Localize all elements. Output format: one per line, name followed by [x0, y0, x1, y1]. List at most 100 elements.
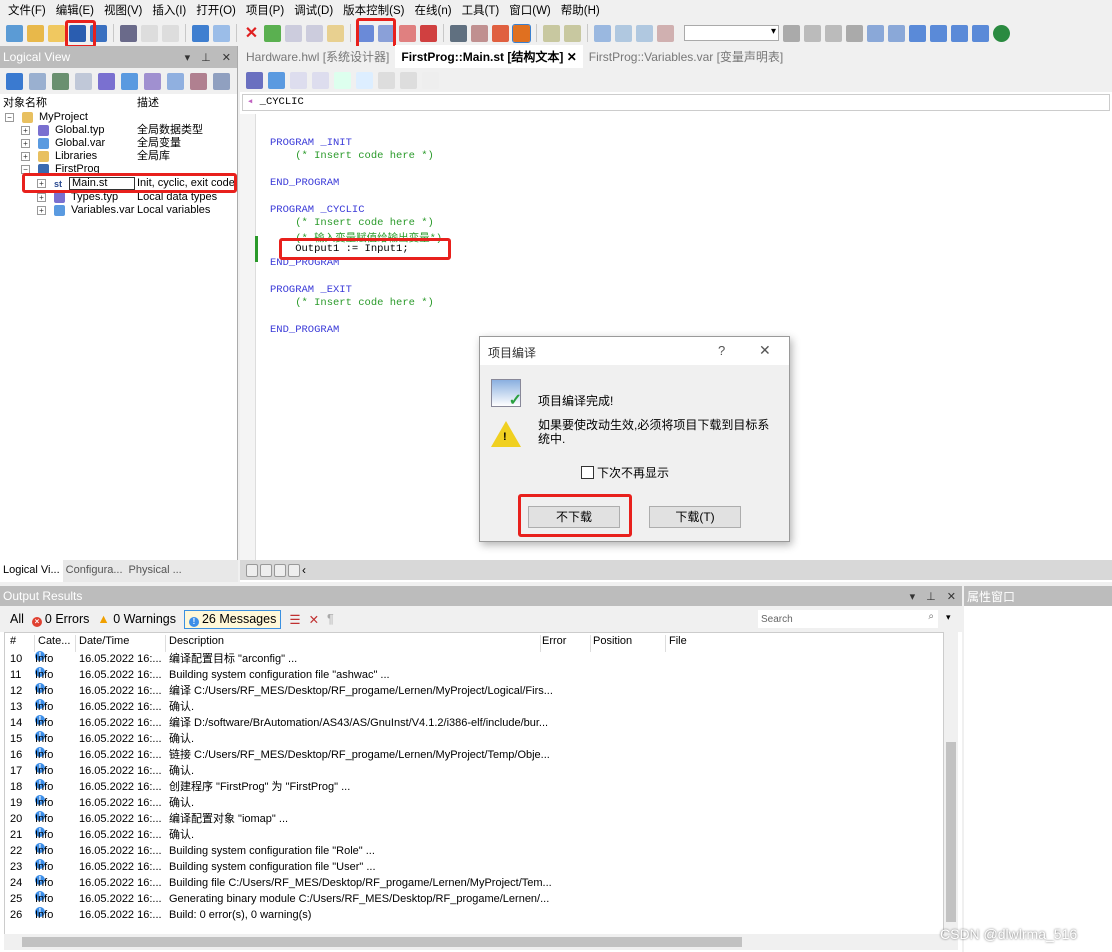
- arrow-up-icon[interactable]: [909, 24, 926, 42]
- table-row[interactable]: 24 ! Info 16.05.2022 16:... Building file…: [5, 875, 940, 891]
- form-icon[interactable]: [52, 72, 69, 90]
- settings2-icon[interactable]: [564, 24, 581, 42]
- settings-icon[interactable]: [543, 24, 560, 42]
- menu-project[interactable]: 项目(P): [246, 2, 284, 18]
- tab-main-st[interactable]: FirstProg::Main.st [结构文本] ✕: [395, 45, 583, 68]
- paste-icon[interactable]: [162, 24, 179, 42]
- indent-icon[interactable]: [378, 71, 395, 89]
- code-line[interactable]: PROGRAM _CYCLIC: [270, 204, 365, 216]
- menu-online[interactable]: 在线(n): [415, 2, 452, 18]
- table-row[interactable]: 11 ! Info 16.05.2022 16:... Building syst…: [5, 667, 940, 683]
- datatype2-icon[interactable]: [144, 72, 161, 90]
- table-row[interactable]: 14 ! Info 16.05.2022 16:... 编译 D:/softwar…: [5, 715, 940, 731]
- find-next-icon[interactable]: [804, 24, 821, 42]
- dont-show-checkbox[interactable]: [581, 466, 594, 479]
- table-row[interactable]: 20 ! Info 16.05.2022 16:... 编译配置对象 "iomap…: [5, 811, 940, 827]
- configuration-select[interactable]: [684, 25, 779, 41]
- comment-icon[interactable]: [636, 24, 653, 42]
- view-mode-icon[interactable]: [274, 563, 286, 577]
- dont-show-again[interactable]: 下次不再显示: [581, 464, 669, 481]
- filter-messages[interactable]: ! 26 Messages: [183, 609, 282, 629]
- close-button[interactable]: ✕: [759, 342, 771, 359]
- filter-all[interactable]: All: [10, 612, 24, 626]
- col-file[interactable]: File: [669, 635, 687, 647]
- tree-item-variables-var[interactable]: + Variables.var Local variables: [0, 204, 236, 217]
- tree-item-libraries[interactable]: + Libraries 全局库: [0, 150, 236, 163]
- uncomment-icon[interactable]: [657, 24, 674, 42]
- menu-debug[interactable]: 调试(D): [294, 2, 333, 18]
- table-row[interactable]: 22 ! Info 16.05.2022 16:... Building syst…: [5, 843, 940, 859]
- code-line[interactable]: END_PROGRAM: [270, 177, 339, 189]
- library-icon[interactable]: [190, 72, 207, 90]
- view-mode-icon[interactable]: [246, 563, 258, 577]
- sort-up-icon[interactable]: [888, 24, 905, 42]
- properties-icon[interactable]: [327, 24, 344, 42]
- tree-item-myproject[interactable]: − MyProject: [0, 111, 236, 124]
- section-selector[interactable]: ◂ _CYCLIC: [242, 94, 1110, 111]
- paragraph-icon[interactable]: ¶: [327, 612, 334, 626]
- code-line[interactable]: PROGRAM _EXIT: [270, 284, 352, 296]
- transfer-icon[interactable]: [420, 24, 437, 42]
- col-position[interactable]: Position: [593, 635, 632, 647]
- search-input[interactable]: Search ⌕: [758, 610, 938, 628]
- code-line[interactable]: PROGRAM _INIT: [270, 137, 352, 149]
- expand-icon[interactable]: +: [21, 139, 30, 148]
- table-row[interactable]: 10 ! Info 16.05.2022 16:... 编译配置目标 "arcon…: [5, 651, 940, 667]
- table-row[interactable]: 18 ! Info 16.05.2022 16:... 创建程序 "FirstPr…: [5, 779, 940, 795]
- panel-controls[interactable]: ▾ ⊥ ✕: [185, 51, 237, 64]
- redo-icon[interactable]: [213, 24, 230, 42]
- refresh-tree-icon[interactable]: [213, 72, 230, 90]
- tree-item-global-typ[interactable]: + Global.typ 全局数据类型: [0, 124, 236, 137]
- globe-icon[interactable]: [993, 24, 1010, 42]
- panel-controls[interactable]: ▾ ⊥ ✕: [910, 590, 962, 603]
- new-project-icon[interactable]: [6, 24, 23, 42]
- bookmark-icon[interactable]: [356, 71, 373, 89]
- table-row[interactable]: 12 ! Info 16.05.2022 16:... 编译 C:/Users/R…: [5, 683, 940, 699]
- close-tab-icon[interactable]: ✕: [567, 50, 577, 64]
- expand-icon[interactable]: +: [37, 193, 46, 202]
- ab-icon[interactable]: [290, 71, 307, 89]
- find-prev-icon[interactable]: [825, 24, 842, 42]
- expand-icon[interactable]: +: [37, 206, 46, 215]
- col-description[interactable]: Description: [169, 635, 224, 647]
- expand-icon[interactable]: +: [21, 152, 30, 161]
- copy-icon[interactable]: [141, 24, 158, 42]
- menu-tools[interactable]: 工具(T): [462, 2, 500, 18]
- search-dropdown-icon[interactable]: ▾: [946, 612, 951, 623]
- vscroll-thumb[interactable]: [946, 742, 956, 922]
- open-icon[interactable]: [27, 24, 44, 42]
- tab-variables-var[interactable]: FirstProg::Variables.var [变量声明表]: [583, 45, 790, 68]
- list-icon[interactable]: [334, 71, 351, 89]
- filter-warnings[interactable]: ▲ 0 Warnings: [97, 612, 176, 626]
- variable-icon[interactable]: [121, 72, 138, 90]
- fb-icon[interactable]: [246, 71, 263, 89]
- find-icon[interactable]: [783, 24, 800, 42]
- open-folder-icon[interactable]: [48, 24, 65, 42]
- replace-icon[interactable]: [846, 24, 863, 42]
- tab-logical-view[interactable]: Logical Vi...: [0, 560, 63, 582]
- view-mode-icon[interactable]: [288, 563, 300, 577]
- arrow-down-icon[interactable]: [930, 24, 947, 42]
- menu-edit[interactable]: 编辑(E): [56, 2, 94, 18]
- filter-errors[interactable]: × 0 Errors: [31, 612, 89, 627]
- code-line[interactable]: (* Insert code here *): [270, 150, 434, 162]
- table-row[interactable]: 23 ! Info 16.05.2022 16:... Building syst…: [5, 859, 940, 875]
- hscroll-thumb[interactable]: [22, 937, 742, 947]
- outdent-icon[interactable]: [400, 71, 417, 89]
- table-row[interactable]: 15 ! Info 16.05.2022 16:... 确认.: [5, 731, 940, 747]
- warm-restart-icon[interactable]: [471, 24, 488, 42]
- editor-hscroll[interactable]: ‹: [240, 560, 1112, 580]
- view-mode-icon[interactable]: [260, 563, 272, 577]
- datatype-icon[interactable]: [98, 72, 115, 90]
- tab-physical-view[interactable]: Physical ...: [126, 560, 185, 582]
- menu-version-control[interactable]: 版本控制(S): [343, 2, 404, 18]
- table-row[interactable]: 17 ! Info 16.05.2022 16:... 确认.: [5, 763, 940, 779]
- traffic-light-icon[interactable]: [512, 23, 531, 43]
- check-in-icon[interactable]: [285, 24, 302, 42]
- header-file-icon[interactable]: [75, 72, 92, 90]
- add-icon[interactable]: [951, 24, 968, 42]
- doc-icon[interactable]: [422, 71, 439, 89]
- variable-icon[interactable]: [268, 71, 285, 89]
- table-row[interactable]: 16 ! Info 16.05.2022 16:... 链接 C:/Users/R…: [5, 747, 940, 763]
- code-line[interactable]: (* Insert code here *): [270, 217, 434, 229]
